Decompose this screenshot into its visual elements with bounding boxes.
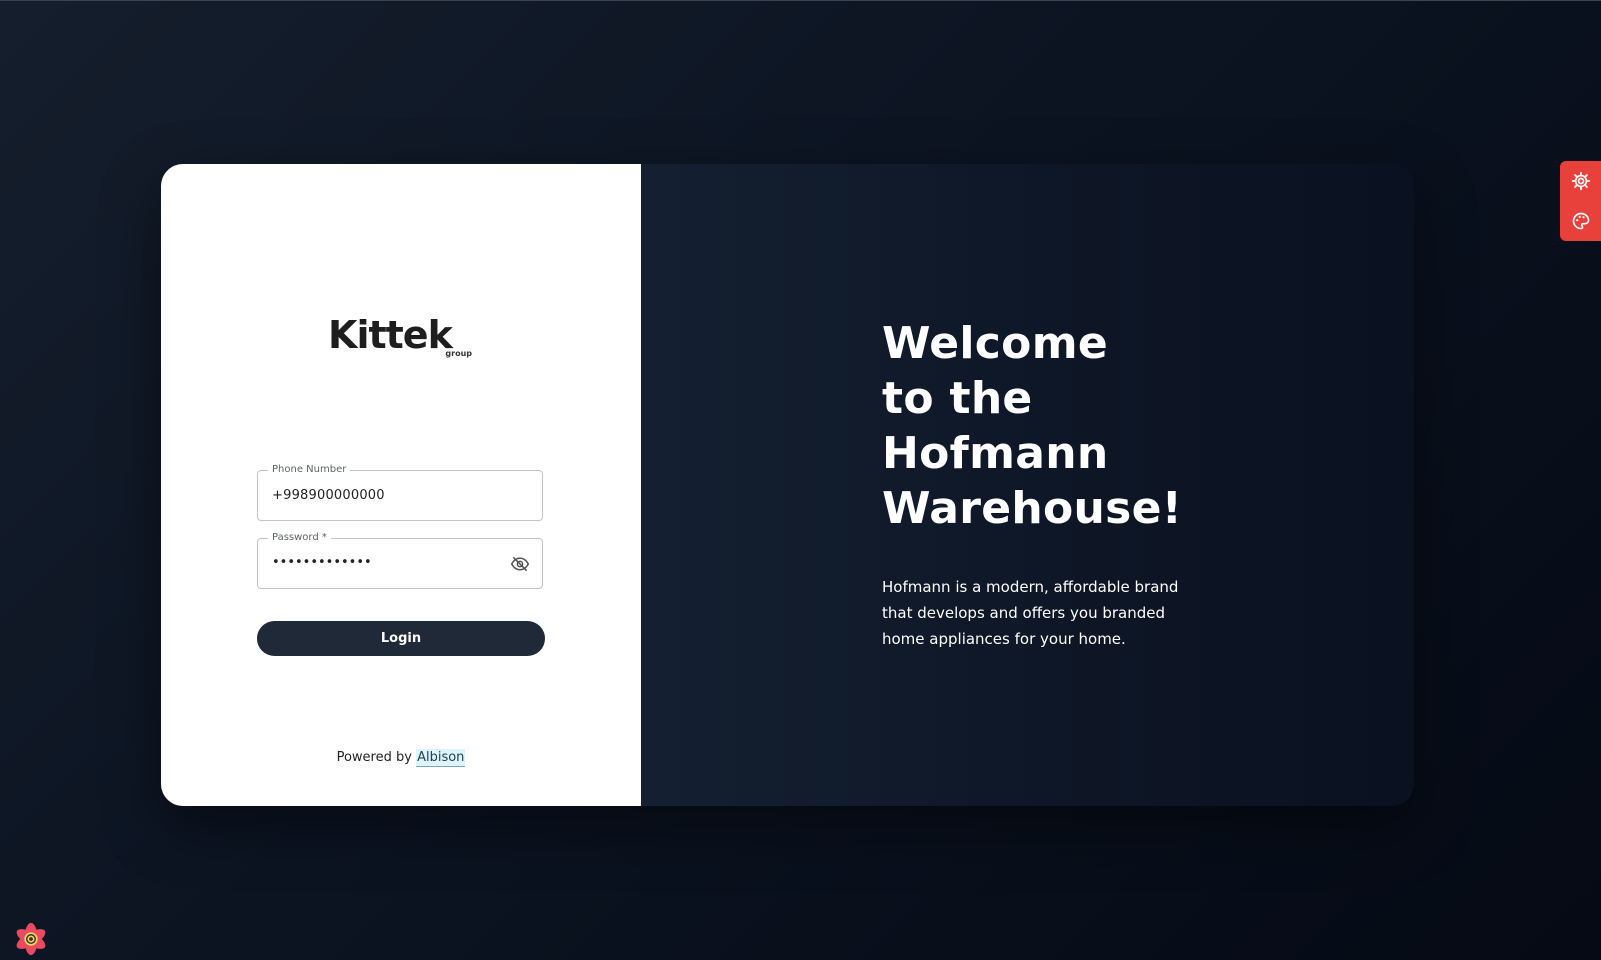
password-label: Password * bbox=[268, 531, 331, 545]
phone-number-field[interactable]: Phone Number +998900000000 bbox=[257, 463, 543, 521]
side-tools-panel bbox=[1560, 161, 1601, 241]
welcome-heading: Welcome to the Hofmann Warehouse! bbox=[882, 316, 1302, 536]
welcome-line-4: Warehouse! bbox=[882, 483, 1183, 534]
logo-subtext: group bbox=[445, 349, 472, 358]
login-panel: Kittek group Phone Number +998900000000 … bbox=[161, 164, 641, 806]
welcome-line-3: Hofmann bbox=[882, 428, 1109, 479]
logo-text: Kittek bbox=[328, 313, 453, 357]
powered-by-prefix: Powered by bbox=[336, 750, 412, 765]
password-field[interactable]: Password * ••••••••••••• bbox=[257, 531, 543, 589]
login-card: Kittek group Phone Number +998900000000 … bbox=[161, 164, 1414, 806]
powered-by: Powered by Albison bbox=[161, 749, 641, 767]
palette-icon[interactable] bbox=[1571, 211, 1591, 231]
window-top-border bbox=[0, 0, 1601, 1]
welcome-line-2: to the bbox=[882, 373, 1033, 424]
welcome-description: Hofmann is a modern, affordable brand th… bbox=[882, 578, 1179, 648]
phone-number-label: Phone Number bbox=[268, 463, 351, 477]
welcome-panel: Welcome to the Hofmann Warehouse! Hofman… bbox=[641, 164, 1414, 806]
welcome-line-1: Welcome bbox=[882, 318, 1108, 369]
settings-gear-icon[interactable] bbox=[1571, 171, 1591, 191]
eye-off-icon[interactable] bbox=[510, 554, 530, 574]
password-value[interactable]: ••••••••••••• bbox=[272, 554, 372, 572]
react-devtools-icon[interactable] bbox=[12, 920, 50, 958]
login-button[interactable]: Login bbox=[257, 621, 545, 656]
albison-link[interactable]: Albison bbox=[416, 749, 466, 767]
phone-number-value[interactable]: +998900000000 bbox=[272, 487, 385, 505]
kittek-logo: Kittek group bbox=[328, 313, 478, 363]
